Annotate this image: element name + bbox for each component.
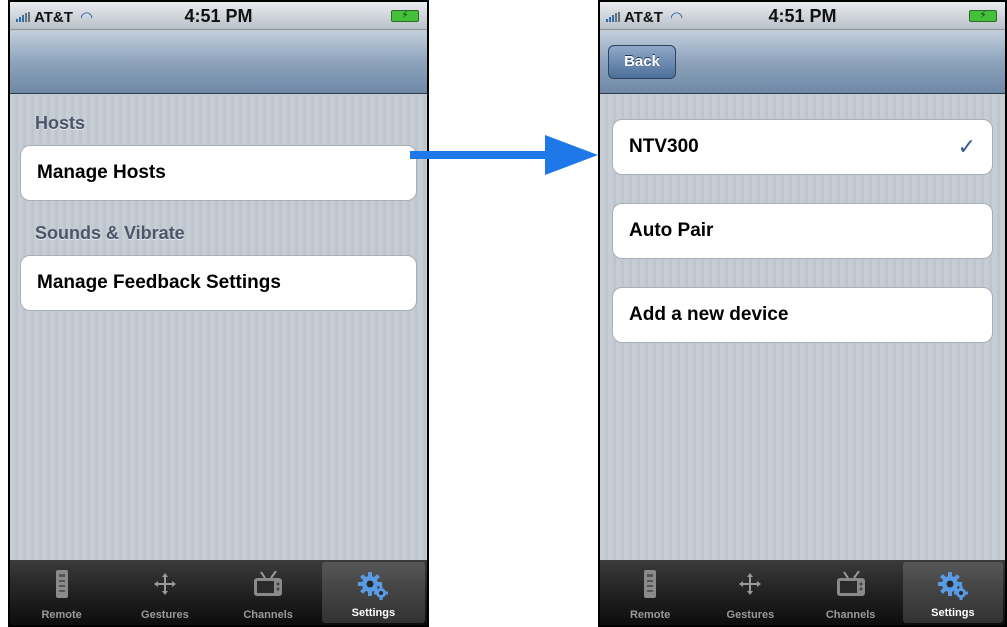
auto-pair-cell[interactable]: Auto Pair [612,203,993,259]
device-list: NTV300 ✓ Auto Pair Add a new device [600,95,1005,560]
navigation-bar: Back [600,31,1005,94]
status-bar: AT&T ◠ 4:51 PM ⚡ [10,2,427,30]
tab-gestures[interactable]: Gestures [700,560,800,625]
tv-icon [217,568,320,600]
remote-icon [600,568,700,600]
tab-label: Settings [931,607,975,619]
back-button[interactable]: Back [608,45,676,79]
right-phone-screen: AT&T ◠ 4:51 PM ⚡ Back NTV300 ✓ Auto Pair… [598,0,1007,627]
tv-icon [801,568,901,600]
tab-label: Channels [825,609,876,621]
tab-label: Remote [41,609,82,621]
gestures-icon [700,568,800,600]
tab-label: Remote [629,609,671,621]
navigation-bar [10,31,427,94]
section-header-hosts: Hosts [35,113,86,133]
gestures-icon [113,568,216,600]
device-cell-label: NTV300 [629,136,699,157]
tab-channels[interactable]: Channels [801,560,901,625]
tab-remote[interactable]: Remote [600,560,700,625]
tab-bar: Remote Gestures Channels Settings [600,560,1005,625]
tab-label: Settings [351,607,396,619]
battery-icon: ⚡ [969,10,997,22]
tab-settings[interactable]: Settings [321,562,425,623]
add-new-device-cell[interactable]: Add a new device [612,287,993,343]
tab-channels[interactable]: Channels [217,560,320,625]
status-time: 4:51 PM [184,6,253,26]
section-header-sounds: Sounds & Vibrate [35,223,185,243]
tab-remote[interactable]: Remote [10,560,113,625]
battery-icon: ⚡ [391,10,419,22]
left-phone-screen: AT&T ◠ 4:51 PM ⚡ Hosts Manage Hosts Soun… [8,0,429,627]
gear-icon [322,570,425,602]
tab-gestures[interactable]: Gestures [113,560,216,625]
checkmark-icon: ✓ [957,134,976,159]
manage-hosts-cell[interactable]: Manage Hosts [20,145,417,201]
tab-label: Gestures [726,609,775,621]
manage-feedback-settings-cell[interactable]: Manage Feedback Settings [20,255,417,311]
tab-bar: Remote Gestures Channels Settings [10,560,427,625]
remote-icon [10,568,113,600]
flow-arrow-icon [410,135,598,175]
settings-list: Hosts Manage Hosts Sounds & Vibrate Mana… [10,95,427,560]
tab-label: Gestures [141,609,189,621]
status-bar: AT&T ◠ 4:51 PM ⚡ [600,2,1005,30]
gear-icon [903,570,1003,602]
tab-settings[interactable]: Settings [902,562,1003,623]
device-cell-ntv300[interactable]: NTV300 ✓ [612,119,993,175]
status-time: 4:51 PM [768,6,837,26]
tab-label: Channels [243,609,293,621]
